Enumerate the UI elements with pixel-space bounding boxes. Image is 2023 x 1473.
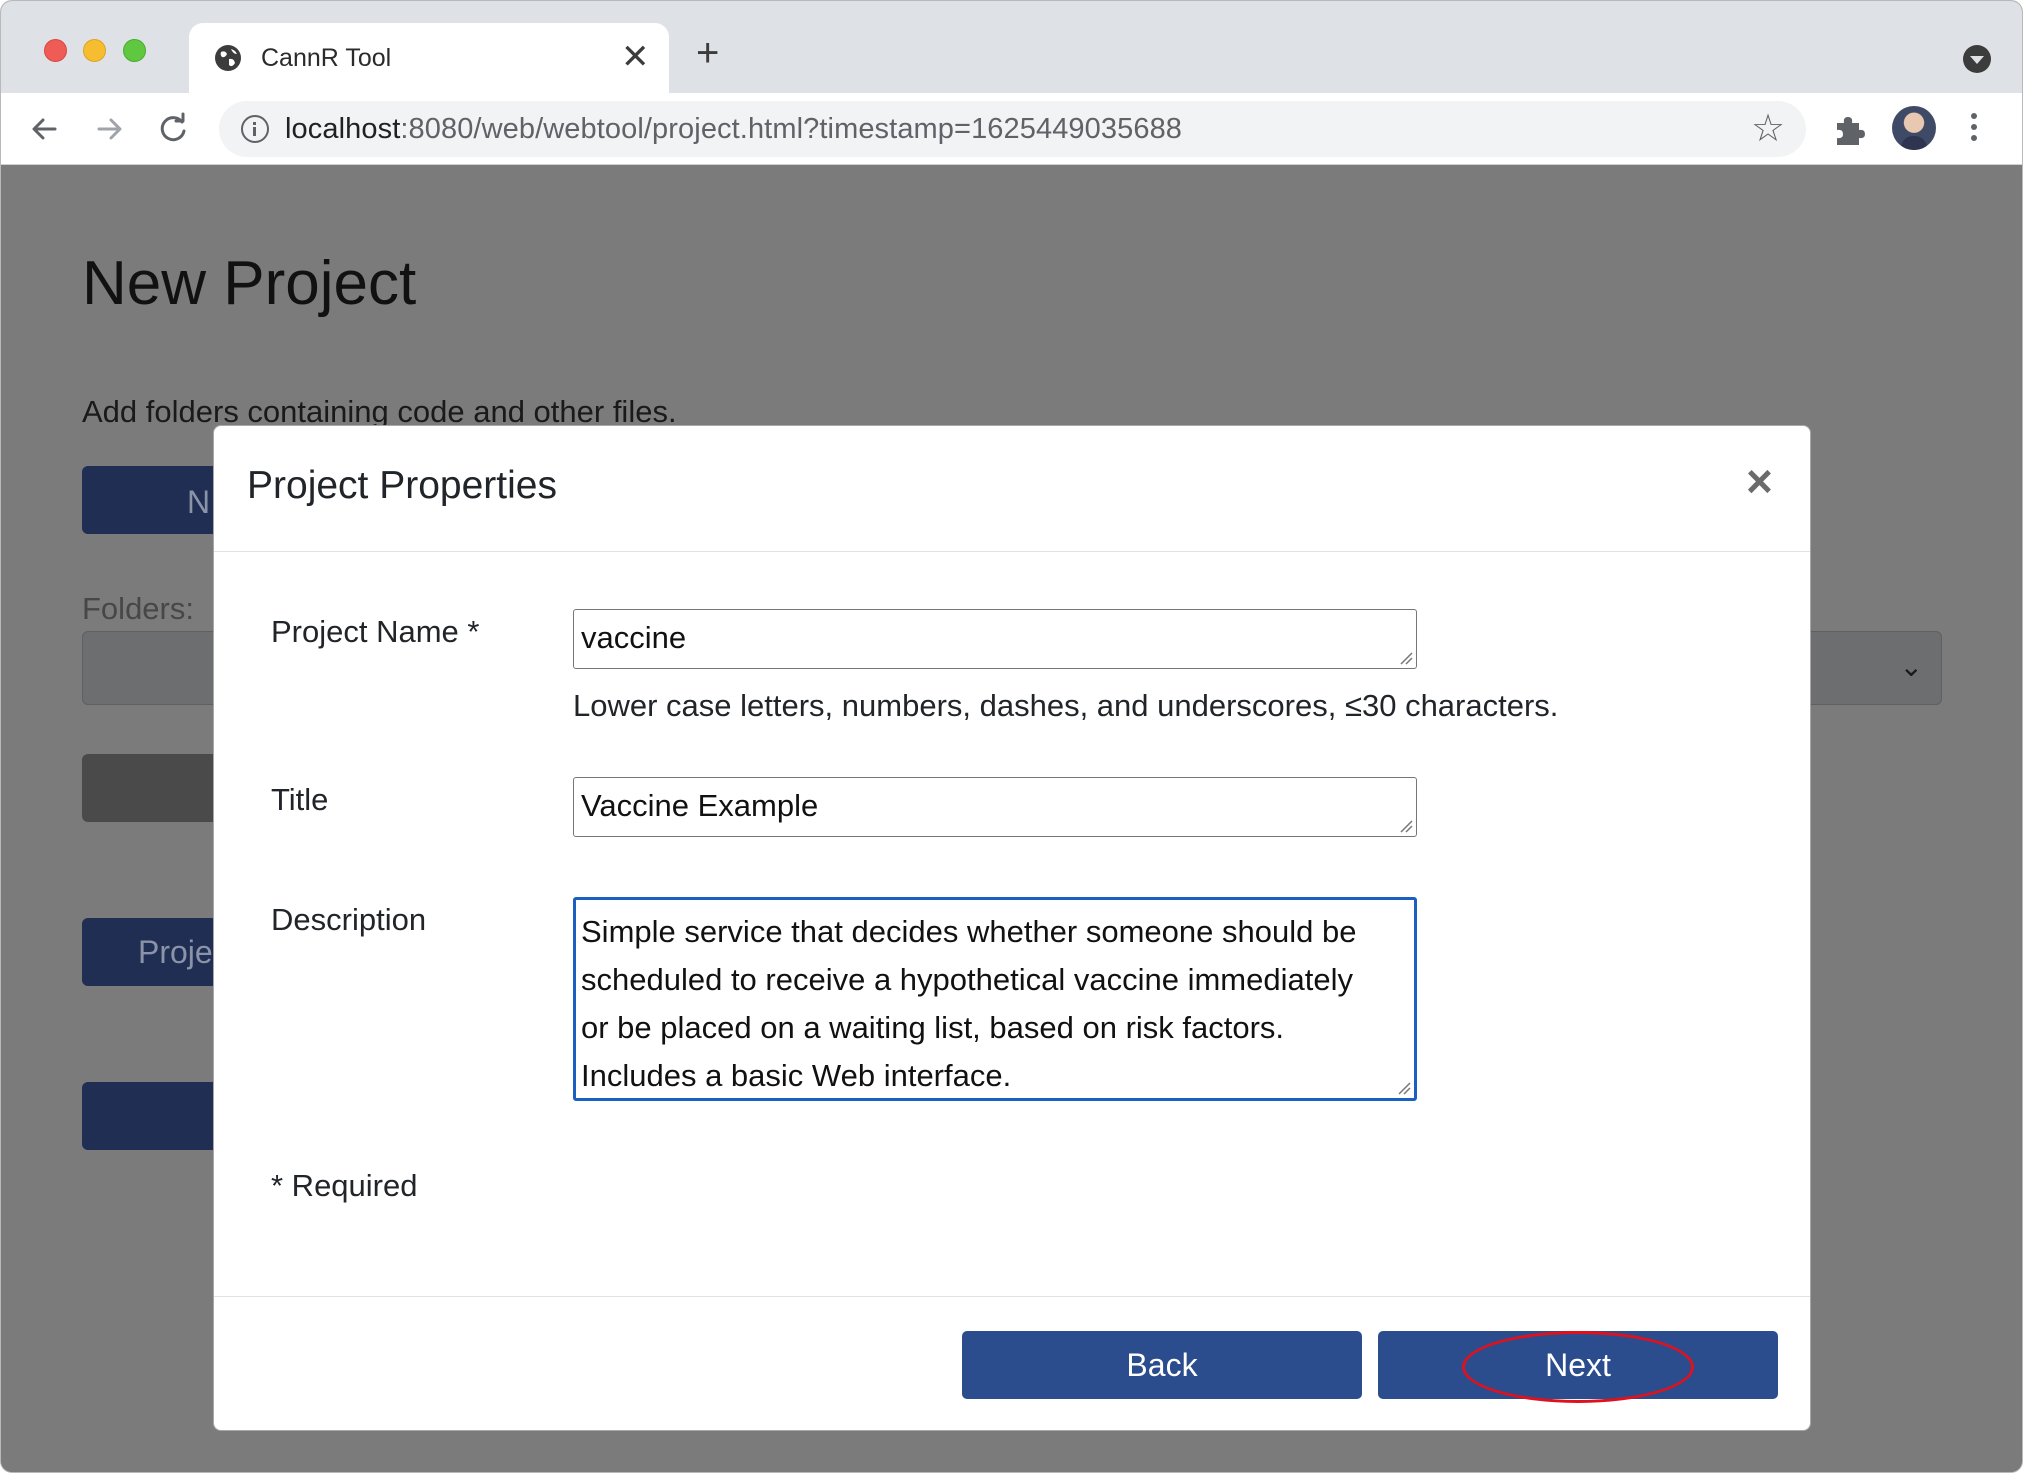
browser-tab[interactable]: CannR Tool ✕ xyxy=(189,23,669,93)
chevron-down-icon: ⌄ xyxy=(1899,651,1923,682)
modal-footer: Back Next xyxy=(214,1296,1810,1432)
title-value: Vaccine Example xyxy=(581,788,819,823)
close-window-button[interactable] xyxy=(44,39,67,62)
new-tab-button[interactable]: + xyxy=(696,33,719,73)
zoom-window-button[interactable] xyxy=(123,39,146,62)
project-properties-dialog: Project Properties × Project Name * vacc… xyxy=(213,425,1811,1431)
highlight-annotation xyxy=(1462,1331,1694,1403)
resize-grip-icon[interactable] xyxy=(1399,819,1413,833)
project-name-label: Project Name * xyxy=(271,614,480,649)
project-name-input[interactable]: vaccine xyxy=(573,609,1417,669)
description-line: Simple service that decides whether some… xyxy=(581,914,1357,949)
bg-button-label: Proje xyxy=(138,934,213,970)
description-line: scheduled to receive a hypothetical vacc… xyxy=(581,962,1353,997)
address-bar[interactable]: localhost:8080/web/webtool/project.html?… xyxy=(219,101,1806,157)
tab-strip: CannR Tool ✕ + xyxy=(1,1,2022,93)
back-button[interactable]: Back xyxy=(962,1331,1362,1399)
back-arrow-icon[interactable] xyxy=(23,107,67,151)
project-name-value: vaccine xyxy=(581,620,687,655)
title-label: Title xyxy=(271,782,329,817)
page-title: New Project xyxy=(82,249,417,318)
resize-grip-icon[interactable] xyxy=(1397,1081,1411,1095)
forward-arrow-icon[interactable] xyxy=(87,107,131,151)
description-textarea[interactable]: Simple service that decides whether some… xyxy=(573,897,1417,1101)
extensions-puzzle-icon[interactable] xyxy=(1831,113,1865,147)
browser-toolbar: localhost:8080/web/webtool/project.html?… xyxy=(1,93,2022,165)
browser-window: CannR Tool ✕ + localhost:8080/web/webtoo… xyxy=(0,0,2023,1473)
globe-icon xyxy=(215,45,241,71)
browser-menu-icon[interactable] xyxy=(1970,113,1978,147)
site-info-icon[interactable] xyxy=(241,115,269,143)
modal-title: Project Properties xyxy=(247,464,557,507)
bookmark-star-icon[interactable]: ☆ xyxy=(1751,109,1785,149)
project-name-help: Lower case letters, numbers, dashes, and… xyxy=(573,688,1559,723)
minimize-window-button[interactable] xyxy=(83,39,106,62)
tab-close-icon[interactable]: ✕ xyxy=(621,37,650,77)
required-note: * Required xyxy=(271,1168,418,1203)
description-line: or be placed on a waiting list, based on… xyxy=(581,1010,1285,1045)
description-label: Description xyxy=(271,902,427,937)
profile-avatar[interactable] xyxy=(1892,106,1936,150)
tab-title: CannR Tool xyxy=(261,44,392,72)
close-icon[interactable]: × xyxy=(1746,456,1773,506)
reload-icon[interactable] xyxy=(151,107,195,151)
url-text: localhost:8080/web/webtool/project.html?… xyxy=(285,113,1182,146)
folders-label: Folders: xyxy=(82,591,194,626)
url-path: :8080/web/webtool/project.html?timestamp… xyxy=(400,113,1183,145)
bg-button-label: N xyxy=(187,484,211,520)
tab-search-icon[interactable] xyxy=(1963,45,1991,73)
title-input[interactable]: Vaccine Example xyxy=(573,777,1417,837)
url-host: localhost xyxy=(285,113,401,145)
description-line: Includes a basic Web interface. xyxy=(581,1058,1012,1093)
modal-header: Project Properties × xyxy=(214,426,1810,552)
resize-grip-icon[interactable] xyxy=(1399,651,1413,665)
